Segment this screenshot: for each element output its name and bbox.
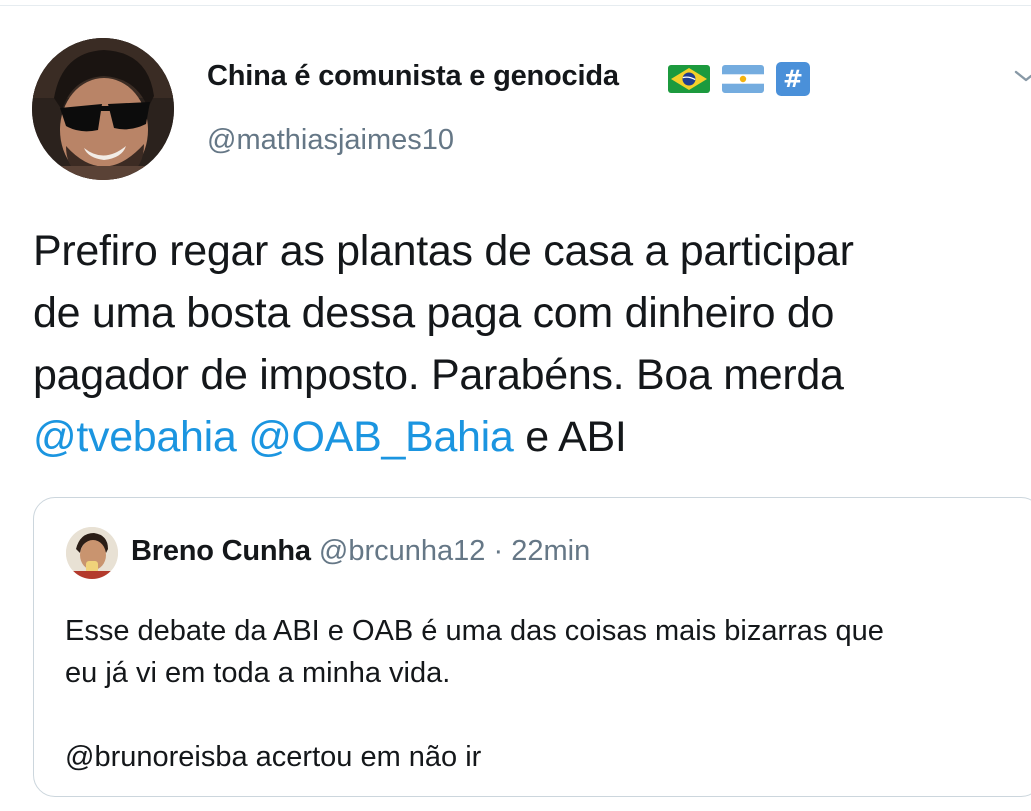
top-divider bbox=[0, 0, 1031, 6]
quoted-timestamp[interactable]: 22min bbox=[511, 535, 590, 567]
name-emojis: # bbox=[668, 62, 810, 96]
quoted-blank-line bbox=[65, 694, 1025, 736]
quoted-line: eu já vi em toda a minha vida. bbox=[65, 657, 451, 689]
author-avatar[interactable] bbox=[32, 38, 174, 180]
quoted-text: Esse debate da ABI e OAB é uma das coisa… bbox=[65, 610, 1025, 778]
meta-separator: · bbox=[493, 535, 504, 567]
quoted-line: Esse debate da ABI e OAB é uma das coisa… bbox=[65, 615, 884, 647]
tweet-line-mentions: @tvebahia @OAB_Bahia e ABI bbox=[33, 406, 1008, 468]
tweet-line: pagador de imposto. Parabéns. Boa merda bbox=[33, 351, 844, 399]
tweet-text: Prefiro regar as plantas de casa a parti… bbox=[33, 220, 1008, 468]
tweet-line: de uma bosta dessa paga com dinheiro do bbox=[33, 289, 835, 337]
chevron-down-icon[interactable] bbox=[1014, 66, 1031, 86]
hashtag-keycap-icon: # bbox=[776, 62, 810, 96]
author-display-name[interactable]: China é comunista e genocida bbox=[207, 60, 619, 93]
quoted-tweet[interactable]: Breno Cunha @brcunha12 · 22min Esse deba… bbox=[33, 497, 1031, 797]
quoted-display-name[interactable]: Breno Cunha bbox=[131, 535, 311, 567]
quoted-line: @brunoreisba acertou em não ir bbox=[65, 741, 482, 773]
mention-tvebahia[interactable]: @tvebahia bbox=[33, 413, 237, 461]
tweet-line-tail: e ABI bbox=[525, 413, 627, 461]
mention-oab-bahia[interactable]: @OAB_Bahia bbox=[248, 413, 514, 461]
quoted-header: Breno Cunha @brcunha12 · 22min bbox=[131, 535, 590, 568]
brazil-flag-icon bbox=[668, 65, 710, 93]
argentina-flag-icon bbox=[722, 65, 764, 93]
tweet-page: China é comunista e genocida # @mathiasj… bbox=[0, 0, 1031, 811]
tweet-line: Prefiro regar as plantas de casa a parti… bbox=[33, 227, 854, 275]
quoted-handle[interactable]: @brcunha12 bbox=[319, 535, 486, 567]
quoted-author-avatar[interactable] bbox=[66, 527, 118, 579]
author-handle[interactable]: @mathiasjaimes10 bbox=[207, 124, 454, 157]
